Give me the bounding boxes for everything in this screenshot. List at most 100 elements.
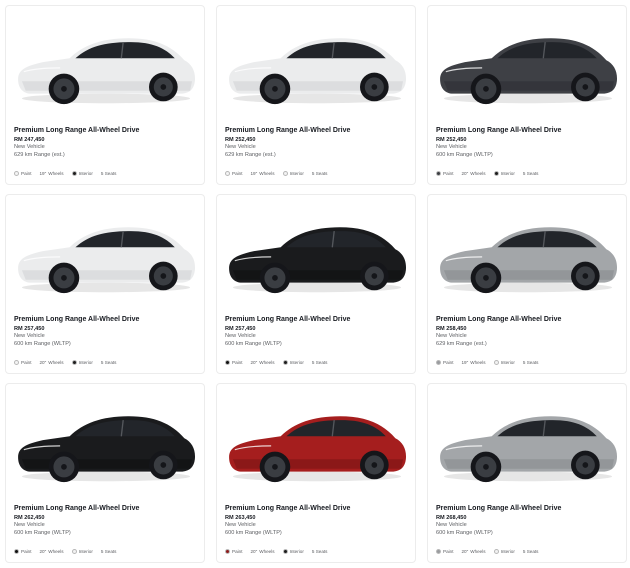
wheels-spec: 19" Wheels: [39, 171, 63, 176]
vehicle-specs: Paint 20" Wheels Interior 5 Seats: [436, 171, 546, 176]
vehicle-title[interactable]: Premium Long Range All-Wheel Drive: [225, 504, 409, 513]
interior-swatch-icon: [71, 549, 77, 554]
vehicle-title[interactable]: Premium Long Range All-Wheel Drive: [436, 126, 620, 135]
wheels-spec: 19" Wheels: [250, 171, 274, 176]
vehicle-card[interactable]: Premium Long Range All-Wheel Drive RM 26…: [5, 383, 205, 563]
seats-label: 5 Seats: [100, 360, 117, 365]
interior-spec: Interior: [71, 549, 93, 554]
vehicle-card[interactable]: Premium Long Range All-Wheel Drive RM 25…: [427, 5, 627, 185]
seats-spec: 5 Seats: [101, 549, 117, 554]
vehicle-title[interactable]: Premium Long Range All-Wheel Drive: [14, 504, 198, 513]
interior-spec: Interior: [493, 360, 515, 365]
vehicle-range: 629 km Range (est.): [436, 340, 487, 347]
interior-spec: Interior: [493, 549, 515, 554]
vehicle-image[interactable]: [431, 400, 625, 486]
interior-label: Interior: [78, 549, 93, 554]
interior-spec: Interior: [282, 549, 304, 554]
interior-label: Interior: [500, 171, 515, 176]
paint-spec: Paint: [14, 549, 31, 554]
paint-label: Paint: [21, 360, 32, 365]
interior-label: Interior: [289, 171, 304, 176]
paint-spec: Paint: [225, 360, 242, 365]
seats-label: 5 Seats: [522, 549, 539, 554]
vehicle-card[interactable]: Premium Long Range All-Wheel Drive RM 25…: [427, 194, 627, 374]
wheels-label: Wheels: [48, 171, 64, 176]
paint-swatch-icon: [14, 360, 19, 365]
paint-label: Paint: [21, 549, 32, 554]
vehicle-card[interactable]: Premium Long Range All-Wheel Drive RM 26…: [427, 383, 627, 563]
vehicle-title[interactable]: Premium Long Range All-Wheel Drive: [225, 126, 409, 135]
vehicle-image[interactable]: [220, 400, 414, 486]
vehicle-condition: New Vehicle: [436, 144, 467, 150]
vehicle-info: Premium Long Range All-Wheel Drive RM 25…: [225, 315, 409, 348]
vehicle-specs: Paint 20" Wheels Interior 5 Seats: [14, 549, 124, 554]
wheels-label: Wheels: [259, 171, 275, 176]
vehicle-price: RM 257,450: [14, 326, 45, 332]
paint-label: Paint: [232, 549, 243, 554]
wheels-size: 20": [250, 360, 258, 365]
wheels-spec: 20" Wheels: [461, 549, 485, 554]
wheels-spec: 20" Wheels: [39, 549, 63, 554]
wheels-size: 20": [461, 549, 469, 554]
vehicle-title[interactable]: Premium Long Range All-Wheel Drive: [14, 126, 198, 135]
seats-label: 5 Seats: [311, 360, 328, 365]
vehicle-condition: New Vehicle: [436, 522, 467, 528]
wheels-spec: 19" Wheels: [461, 360, 485, 365]
wheels-label: Wheels: [470, 549, 486, 554]
vehicle-card[interactable]: Premium Long Range All-Wheel Drive RM 25…: [216, 194, 416, 374]
vehicle-card[interactable]: Premium Long Range All-Wheel Drive RM 24…: [5, 5, 205, 185]
wheels-size: 20": [39, 360, 47, 365]
vehicle-price: RM 262,450: [14, 515, 45, 521]
vehicle-image[interactable]: [220, 211, 414, 297]
vehicle-image[interactable]: [9, 211, 203, 297]
interior-spec: Interior: [71, 171, 93, 176]
vehicle-title[interactable]: Premium Long Range All-Wheel Drive: [436, 315, 620, 324]
seats-spec: 5 Seats: [312, 171, 328, 176]
interior-spec: Interior: [71, 360, 93, 365]
seats-spec: 5 Seats: [101, 171, 117, 176]
vehicle-info: Premium Long Range All-Wheel Drive RM 25…: [436, 126, 620, 159]
seats-label: 5 Seats: [522, 360, 539, 365]
vehicle-range: 600 km Range (WLTP): [225, 340, 282, 347]
paint-label: Paint: [443, 171, 454, 176]
vehicle-image[interactable]: [431, 211, 625, 297]
paint-spec: Paint: [225, 171, 242, 176]
wheels-label: Wheels: [259, 360, 275, 365]
vehicle-specs: Paint 20" Wheels Interior 5 Seats: [225, 549, 335, 554]
interior-label: Interior: [500, 549, 515, 554]
vehicle-image[interactable]: [9, 22, 203, 108]
vehicle-image[interactable]: [431, 22, 625, 108]
vehicle-info: Premium Long Range All-Wheel Drive RM 25…: [436, 315, 620, 348]
vehicle-condition: New Vehicle: [14, 333, 45, 339]
vehicle-condition: New Vehicle: [14, 144, 45, 150]
paint-label: Paint: [232, 360, 243, 365]
interior-swatch-icon: [282, 171, 288, 176]
wheels-size: 20": [39, 549, 47, 554]
vehicle-info: Premium Long Range All-Wheel Drive RM 25…: [14, 315, 198, 348]
interior-label: Interior: [78, 171, 93, 176]
vehicle-title[interactable]: Premium Long Range All-Wheel Drive: [436, 504, 620, 513]
wheels-spec: 20" Wheels: [461, 171, 485, 176]
wheels-size: 19": [39, 171, 47, 176]
seats-spec: 5 Seats: [312, 360, 328, 365]
vehicle-range: 600 km Range (WLTP): [436, 529, 493, 536]
vehicle-card[interactable]: Premium Long Range All-Wheel Drive RM 25…: [5, 194, 205, 374]
interior-label: Interior: [289, 360, 304, 365]
vehicle-card[interactable]: Premium Long Range All-Wheel Drive RM 26…: [216, 383, 416, 563]
paint-label: Paint: [443, 549, 454, 554]
vehicle-title[interactable]: Premium Long Range All-Wheel Drive: [225, 315, 409, 324]
vehicle-condition: New Vehicle: [225, 522, 256, 528]
seats-spec: 5 Seats: [523, 360, 539, 365]
vehicle-image[interactable]: [220, 22, 414, 108]
vehicle-title[interactable]: Premium Long Range All-Wheel Drive: [14, 315, 198, 324]
vehicle-card[interactable]: Premium Long Range All-Wheel Drive RM 25…: [216, 5, 416, 185]
wheels-label: Wheels: [470, 360, 486, 365]
paint-swatch-icon: [436, 549, 441, 554]
interior-swatch-icon: [71, 171, 77, 176]
vehicle-image[interactable]: [9, 400, 203, 486]
seats-label: 5 Seats: [311, 171, 328, 176]
interior-label: Interior: [500, 360, 515, 365]
seats-spec: 5 Seats: [101, 360, 117, 365]
wheels-spec: 20" Wheels: [39, 360, 63, 365]
vehicle-specs: Paint 20" Wheels Interior 5 Seats: [225, 360, 335, 365]
